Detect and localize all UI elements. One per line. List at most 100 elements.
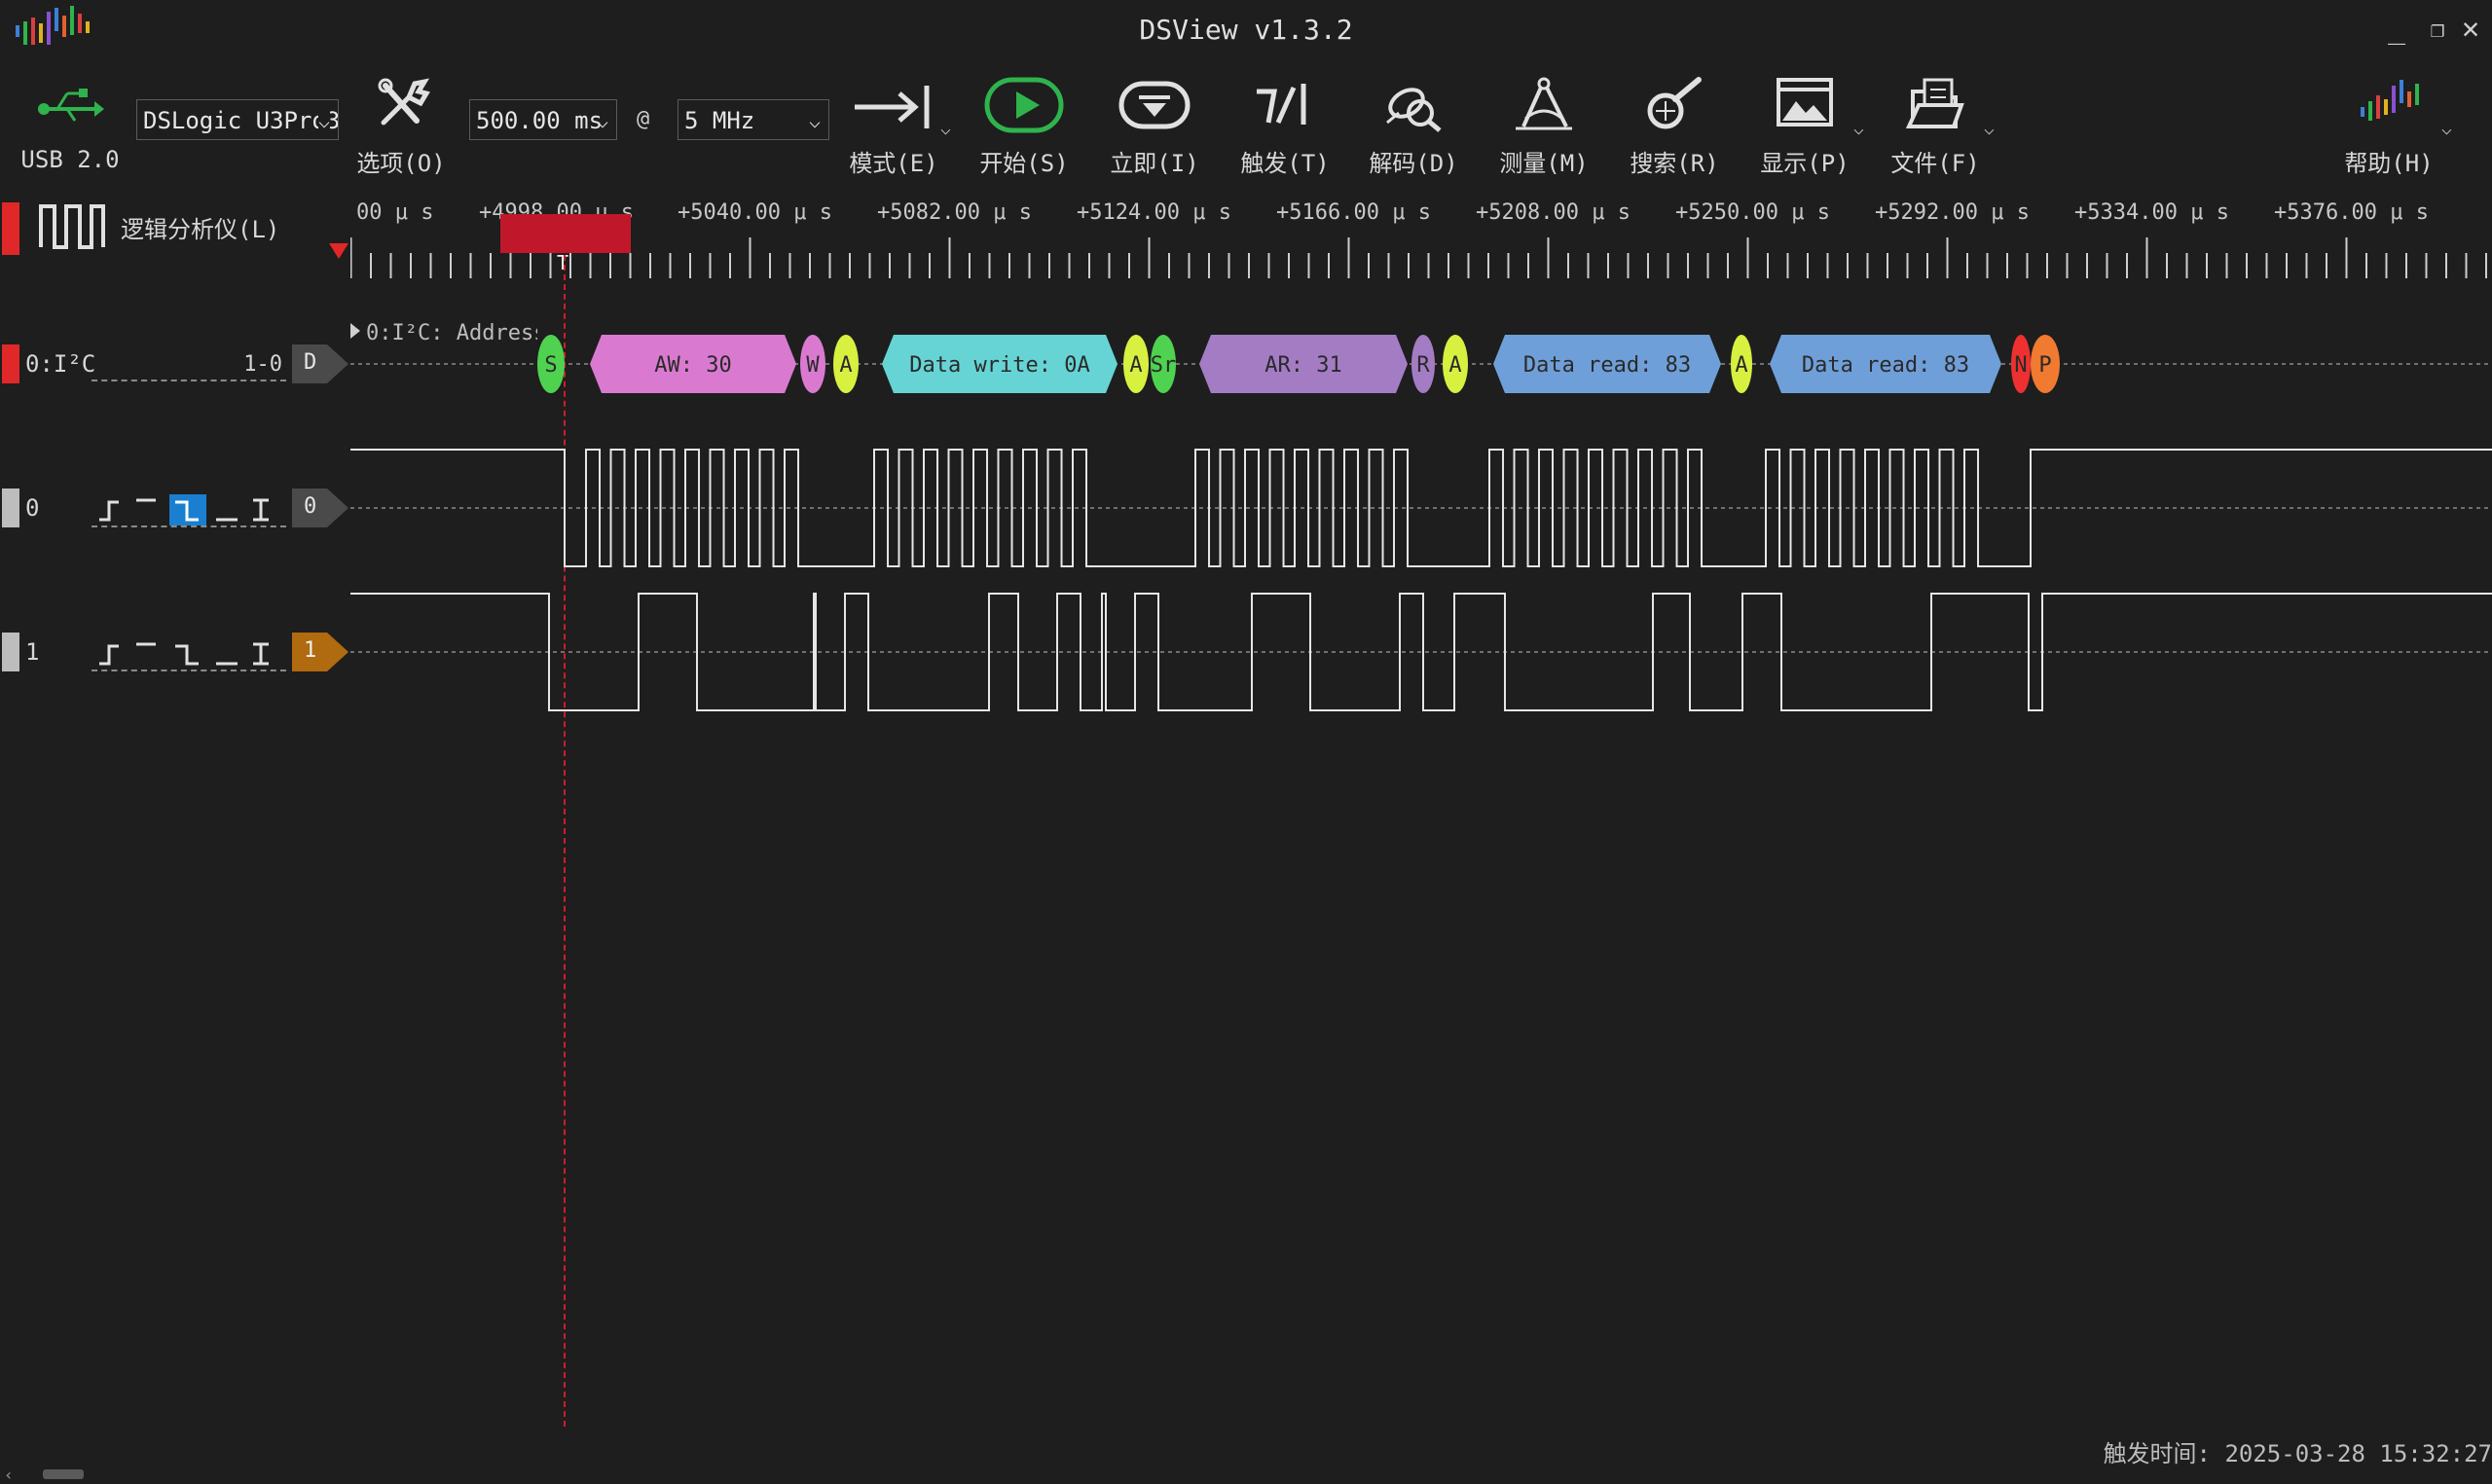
- close-button[interactable]: ✕: [2449, 8, 2492, 51]
- trigger-label: 触发(T): [1240, 150, 1330, 177]
- collapse-triangle-icon[interactable]: [327, 241, 350, 261]
- options-label: 选项(O): [356, 150, 446, 177]
- search-label: 搜索(R): [1630, 150, 1719, 177]
- decoder-packet-label: Data write: 0A: [909, 353, 1089, 378]
- decoder-packet-label: AW: 30: [654, 353, 731, 378]
- instant-button[interactable]: 立即(I): [1100, 68, 1209, 181]
- decoder-track[interactable]: S AW: 30 W A Data write: 0A A Sr AR: 31 R A Data r…: [0, 302, 2492, 428]
- decoder-packet-label: Data read: 83: [1802, 353, 1969, 378]
- chevron-down-icon: ⌵: [808, 109, 821, 132]
- ruler-tick-label: 00 μ s: [356, 200, 434, 225]
- arrow-right-bar-icon: [855, 86, 930, 128]
- time-ruler[interactable]: [349, 185, 2492, 282]
- display-button[interactable]: 显示(P) ⌵: [1750, 68, 1864, 181]
- decoder-packet[interactable]: P: [2031, 335, 2060, 393]
- decoder-packet-label: AR: 31: [1264, 353, 1341, 378]
- group-color-marker[interactable]: [2, 202, 19, 255]
- ruler-tick-label: +5082.00 μ s: [877, 200, 1032, 225]
- decoder-packet[interactable]: A: [833, 335, 859, 393]
- at-symbol: @: [637, 107, 650, 131]
- ruler-tick-label: +5124.00 μ s: [1077, 200, 1231, 225]
- decoder-packet-label: Sr: [1151, 353, 1177, 378]
- search-button[interactable]: 搜索(R): [1620, 68, 1729, 181]
- decoder-packet[interactable]: A: [1123, 335, 1149, 393]
- decoder-packet[interactable]: W: [800, 335, 825, 393]
- logic-waveform-icon: [39, 204, 105, 249]
- decoder-packet-label: N: [2014, 353, 2027, 378]
- decoder-packet-label: A: [1448, 353, 1461, 378]
- ruler-tick-label: +5250.00 μ s: [1675, 200, 1830, 225]
- scroll-left-icon[interactable]: ‹: [4, 1466, 14, 1484]
- usb-label: USB 2.0: [20, 146, 120, 173]
- decode-label: 解码(D): [1369, 150, 1458, 177]
- chevron-down-icon[interactable]: ⌵: [1853, 119, 1864, 139]
- decoder-packet[interactable]: A: [1731, 335, 1752, 393]
- device-select[interactable]: DSLogic U3Pro32 ⌵: [136, 99, 339, 140]
- help-logo-icon: [2361, 80, 2419, 121]
- file-button[interactable]: 文件(F) ⌵: [1881, 68, 1995, 181]
- compass-icon: [1516, 77, 1572, 130]
- file-label: 文件(F): [1890, 150, 1980, 177]
- decode-icon: [1386, 88, 1442, 132]
- ruler-ticks: [349, 237, 2487, 278]
- measure-button[interactable]: 测量(M): [1489, 68, 1598, 181]
- decoder-packet[interactable]: Data read: 83: [1493, 335, 1721, 393]
- samplerate-value: 5 MHz: [684, 107, 755, 134]
- trigger-flag[interactable]: [500, 214, 631, 253]
- usb-status: USB 2.0: [19, 68, 121, 181]
- options-button[interactable]: 选项(O): [347, 68, 456, 181]
- ruler-tick-label: +5292.00 μ s: [1875, 200, 2030, 225]
- decoder-packet[interactable]: AR: 31: [1199, 335, 1408, 393]
- duration-select[interactable]: 500.00 ms ⌵: [469, 99, 617, 140]
- play-icon: [984, 77, 1064, 133]
- chevron-down-icon[interactable]: ⌵: [2441, 119, 2452, 139]
- trigger-time-status: 触发时间: 2025-03-28 15:32:27: [2103, 1440, 2492, 1467]
- ruler-tick-label: +5208.00 μ s: [1476, 200, 1631, 225]
- title-bar: DSView v1.3.2 _ ❐ ✕: [0, 0, 2492, 60]
- decoder-packet[interactable]: Sr: [1151, 335, 1177, 393]
- decoder-packet-label: R: [1416, 353, 1430, 378]
- decoder-packet[interactable]: A: [1443, 335, 1468, 393]
- decoder-packet-label: P: [2038, 353, 2051, 378]
- chevron-down-icon[interactable]: ⌵: [1984, 119, 1995, 139]
- ruler-tick-label: +5040.00 μ s: [678, 200, 832, 225]
- usb-icon: [38, 89, 104, 122]
- decoder-packet[interactable]: AW: 30: [590, 335, 796, 393]
- decoder-packet-label: W: [806, 353, 820, 378]
- ruler-tick-label: +5166.00 μ s: [1276, 200, 1431, 225]
- instant-capture-icon: [1118, 81, 1191, 129]
- decoder-packet-label: Data read: 83: [1523, 353, 1691, 378]
- chevron-down-icon: ⌵: [317, 100, 330, 139]
- channel-1-waveform[interactable]: [0, 574, 2492, 730]
- help-label: 帮助(H): [2344, 150, 2434, 177]
- tools-icon: [378, 78, 430, 126]
- mode-label: 模式(E): [849, 150, 938, 177]
- decoder-packet[interactable]: R: [1411, 335, 1435, 393]
- samplerate-select[interactable]: 5 MHz ⌵: [678, 99, 829, 140]
- decoder-packet[interactable]: N: [2011, 335, 2031, 393]
- minimize-button[interactable]: _: [2375, 8, 2418, 51]
- start-button[interactable]: 开始(S): [970, 68, 1079, 181]
- horizontal-scrollbar-thumb[interactable]: [43, 1469, 84, 1479]
- mode-button[interactable]: 模式(E) ⌵: [839, 68, 951, 181]
- folder-icon: [1905, 78, 1964, 128]
- start-label: 开始(S): [979, 150, 1069, 177]
- decoder-packet[interactable]: S: [537, 335, 565, 393]
- chevron-down-icon[interactable]: ⌵: [940, 119, 951, 139]
- measure-label: 测量(M): [1499, 150, 1589, 177]
- search-icon: [1647, 77, 1702, 129]
- decoder-packet[interactable]: Data write: 0A: [882, 335, 1118, 393]
- decoder-packet[interactable]: Data read: 83: [1770, 335, 2001, 393]
- window-title: DSView v1.3.2: [1139, 14, 1353, 46]
- decode-button[interactable]: 解码(D): [1359, 68, 1468, 181]
- analyzer-header-label[interactable]: 逻辑分析仪(L): [121, 210, 279, 244]
- trigger-button[interactable]: 触发(T): [1230, 68, 1339, 181]
- chevron-down-icon: ⌵: [596, 109, 608, 132]
- display-icon: [1777, 78, 1833, 127]
- help-button[interactable]: 帮助(H) ⌵: [2334, 68, 2452, 181]
- decoder-packet-label: A: [839, 353, 852, 378]
- device-value: DSLogic U3Pro32: [143, 107, 339, 134]
- ruler-tick-label: +5376.00 μ s: [2274, 200, 2429, 225]
- duration-value: 500.00 ms: [476, 107, 604, 134]
- channel-0-waveform[interactable]: [0, 428, 2492, 584]
